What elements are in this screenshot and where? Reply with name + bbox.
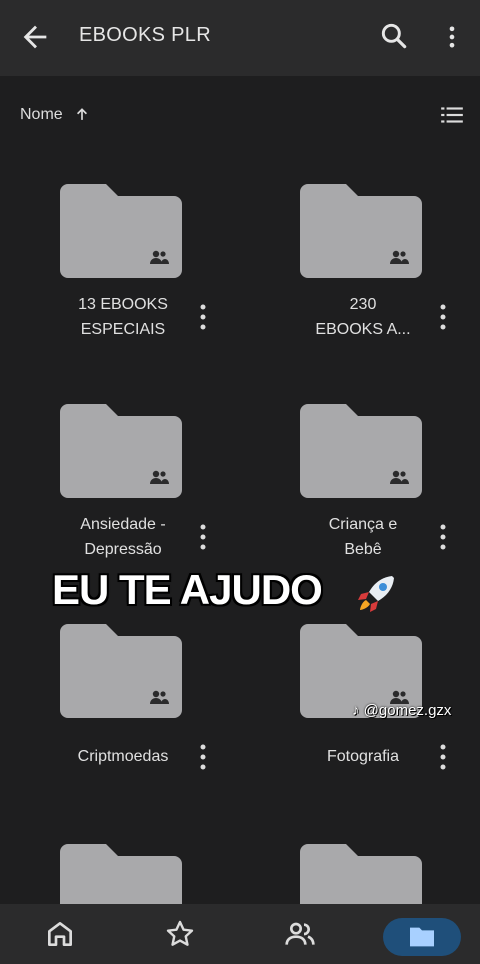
sort-bar: Nome xyxy=(0,96,480,136)
folder-item[interactable] xyxy=(240,840,480,904)
folder-more-icon[interactable] xyxy=(432,522,454,552)
folder-item[interactable]: 13 EBOOKS ESPECIAIS xyxy=(0,180,240,380)
shared-folder-icon xyxy=(300,404,422,498)
folder-more-icon[interactable] xyxy=(192,742,214,772)
home-icon[interactable] xyxy=(44,918,76,950)
folder-item[interactable]: Criptmoedas xyxy=(0,620,240,820)
folder-name: Ansiedade - Depressão xyxy=(80,516,166,558)
overlay-caption: EU TE AJUDO xyxy=(52,566,323,613)
sort-by-name-button[interactable]: Nome xyxy=(20,106,63,124)
search-icon[interactable] xyxy=(378,20,410,52)
folder-item[interactable]: Fotografia xyxy=(240,620,480,820)
folder-title: EBOOKS PLR xyxy=(79,24,211,46)
shared-folder-icon xyxy=(60,404,182,498)
more-options-icon[interactable] xyxy=(438,22,466,52)
bottom-navigation xyxy=(0,904,480,964)
folder-name: Criptmoedas xyxy=(77,748,169,765)
shared-folder-icon xyxy=(300,844,422,904)
app-bar: EBOOKS PLR xyxy=(0,0,480,76)
folder-item[interactable]: 230 EBOOKS A... xyxy=(240,180,480,380)
folder-more-icon[interactable] xyxy=(192,302,214,332)
folder-more-icon[interactable] xyxy=(192,522,214,552)
folder-name: 13 EBOOKS ESPECIAIS xyxy=(78,296,168,338)
shared-folder-icon xyxy=(60,184,182,278)
shared-folder-icon xyxy=(300,184,422,278)
folder-more-icon[interactable] xyxy=(432,742,454,772)
shared-folder-icon xyxy=(60,624,182,718)
list-view-icon[interactable] xyxy=(438,102,466,128)
shared-folder-icon xyxy=(60,844,182,904)
tiktok-icon: ♪ xyxy=(352,702,360,719)
star-icon[interactable] xyxy=(164,918,196,950)
tiktok-watermark: ♪ @gomez.gzx xyxy=(352,702,452,719)
people-icon[interactable] xyxy=(284,918,316,950)
folder-name: Fotografia xyxy=(326,748,400,765)
back-arrow-icon[interactable] xyxy=(18,20,52,54)
folder-item[interactable] xyxy=(0,840,240,904)
folder-more-icon[interactable] xyxy=(432,302,454,332)
folder-name: 230 EBOOKS A... xyxy=(315,296,411,338)
folder-name: Criança e Bebê xyxy=(328,516,398,558)
sort-ascending-icon[interactable] xyxy=(72,104,92,124)
folder-icon[interactable] xyxy=(406,921,438,953)
rocket-icon xyxy=(358,576,394,612)
